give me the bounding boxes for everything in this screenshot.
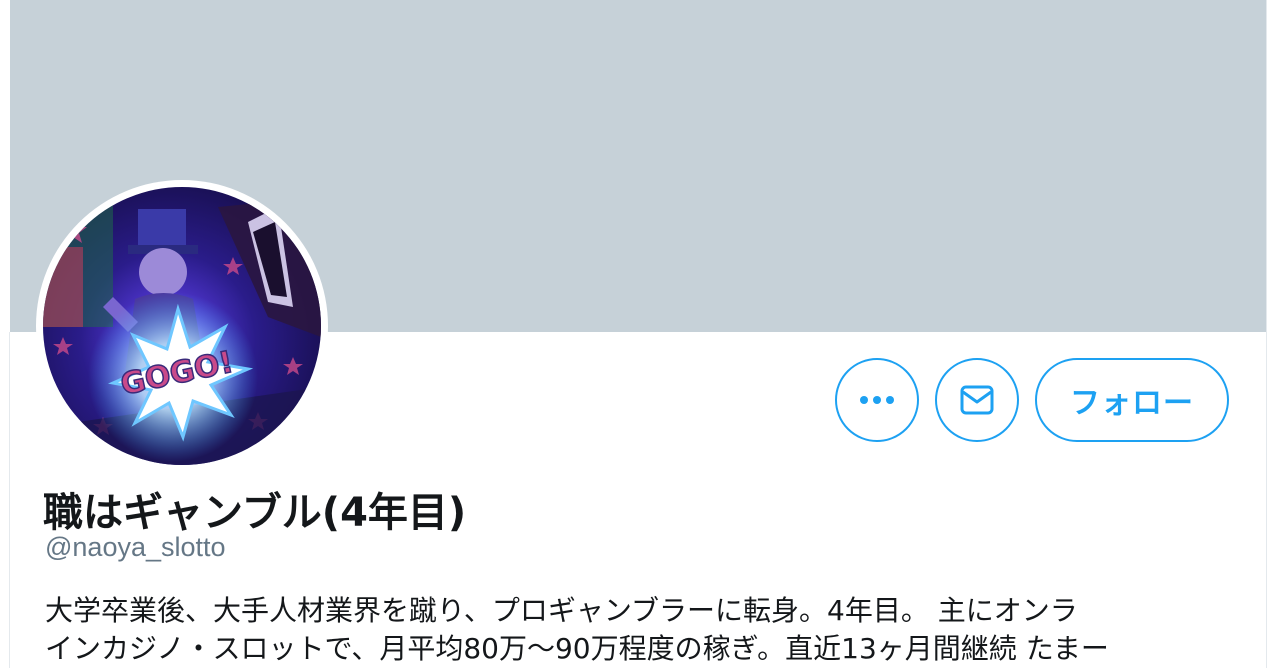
more-dots-icon [860, 396, 894, 404]
profile-actions: フォロー [0, 358, 1280, 442]
profile-bio: 大学卒業後、大手人材業界を蹴り、プロギャンブラーに転身。4年目。 主にオンラ イ… [45, 592, 1225, 668]
profile-handle[interactable]: @naoya_slotto [45, 532, 226, 563]
bio-line: 大学卒業後、大手人材業界を蹴り、プロギャンブラーに転身。4年目。 主にオンラ [45, 594, 1078, 627]
follow-button[interactable]: フォロー [1035, 358, 1229, 442]
profile-page: GOGO! フォロー 職はギャンブル(4年目) @naoya_slotto 大学… [0, 0, 1280, 668]
profile-display-name: 職はギャンブル(4年目) [43, 490, 467, 536]
card-border-right [1266, 0, 1267, 668]
bio-line: インカジノ・スロットで、月平均80万〜90万程度の稼ぎ。直近13ヶ月間継続 たま… [45, 632, 1109, 665]
more-button[interactable] [835, 358, 919, 442]
message-button[interactable] [935, 358, 1019, 442]
envelope-icon [960, 385, 994, 415]
